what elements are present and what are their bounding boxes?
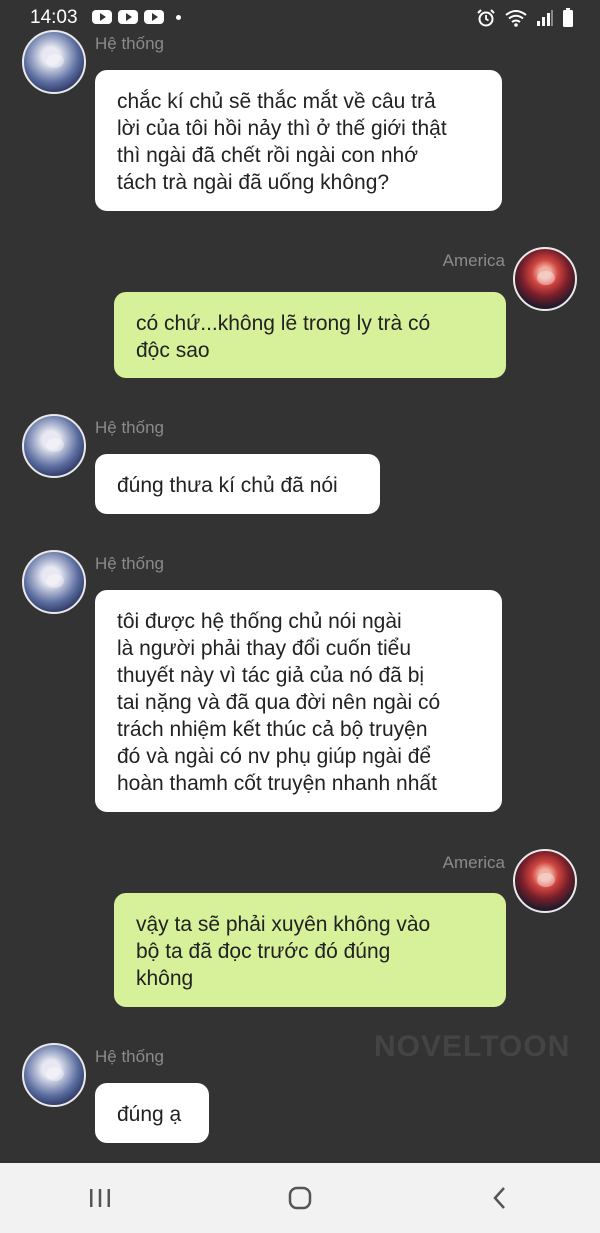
message-bubble[interactable]: vậy ta sẽ phải xuyên không vào bộ ta đã … (114, 893, 506, 1007)
user-avatar[interactable] (513, 247, 577, 311)
home-button[interactable] (270, 1176, 330, 1220)
recent-apps-button[interactable] (70, 1176, 130, 1220)
sender-name: Hệ thống (95, 1047, 164, 1066)
sender-name: Hệ thống (95, 554, 164, 573)
sender-name: Hệ thống (95, 418, 164, 437)
system-avatar[interactable] (22, 550, 86, 614)
message-bubble[interactable]: tôi được hệ thống chủ nói ngài là người … (95, 590, 502, 812)
watermark-logo: NOVELTOON (374, 1030, 571, 1063)
message-bubble[interactable]: đúng thưa kí chủ đã nói (95, 454, 380, 514)
sender-name: America (442, 853, 505, 872)
system-avatar[interactable] (22, 30, 86, 94)
back-icon (493, 1187, 505, 1209)
recent-apps-icon (90, 1189, 110, 1207)
message-bubble[interactable]: chắc kí chủ sẽ thắc mắt về câu trả lời c… (95, 70, 502, 211)
back-button[interactable] (470, 1176, 530, 1220)
sender-name: Hệ thống (95, 34, 164, 53)
system-avatar[interactable] (22, 414, 86, 478)
sender-name: America (442, 251, 505, 270)
system-avatar[interactable] (22, 1043, 86, 1107)
chat-thread[interactable]: Hệ thống chắc kí chủ sẽ thắc mắt về câu … (0, 0, 600, 1163)
message-bubble[interactable]: đúng ạ (95, 1083, 209, 1143)
message-bubble[interactable]: có chứ...không lẽ trong ly trà có độc sa… (114, 292, 506, 378)
user-avatar[interactable] (513, 849, 577, 913)
navigation-bar (0, 1163, 600, 1233)
home-icon (288, 1186, 312, 1210)
